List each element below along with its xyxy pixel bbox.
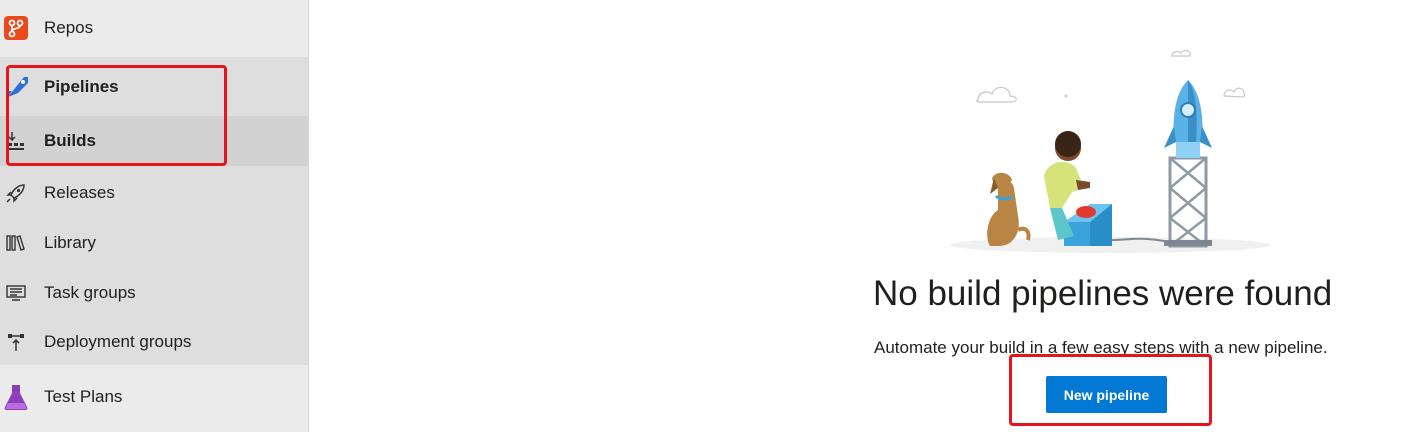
sidebar: Repos Pipelines Builds Releases Library … (0, 0, 309, 432)
highlight-box-pipelines (6, 65, 227, 166)
sidebar-item-label: Test Plans (44, 387, 123, 406)
library-icon (2, 229, 30, 257)
sidebar-item-deployment-groups[interactable]: Deployment groups (0, 318, 308, 366)
task-groups-icon (2, 279, 30, 307)
empty-state-illustration (940, 40, 1280, 265)
sidebar-item-label: Releases (44, 183, 115, 202)
highlight-box-new-pipeline (1009, 354, 1212, 426)
sidebar-item-releases[interactable]: Releases (0, 168, 308, 218)
sidebar-item-test-plans[interactable]: Test Plans (0, 370, 308, 424)
empty-state-title: No build pipelines were found (873, 274, 1333, 313)
sidebar-item-label: Library (44, 233, 96, 252)
rocket-icon (2, 179, 30, 207)
repos-icon (2, 14, 30, 42)
flask-icon (2, 383, 30, 411)
sidebar-item-label: Deployment groups (44, 332, 192, 351)
sidebar-item-label: Repos (44, 18, 94, 37)
sidebar-item-repos[interactable]: Repos (0, 4, 308, 52)
sidebar-item-label: Task groups (44, 283, 136, 302)
sidebar-item-task-groups[interactable]: Task groups (0, 268, 308, 318)
deployment-groups-icon (2, 328, 30, 356)
sidebar-item-library[interactable]: Library (0, 218, 308, 268)
